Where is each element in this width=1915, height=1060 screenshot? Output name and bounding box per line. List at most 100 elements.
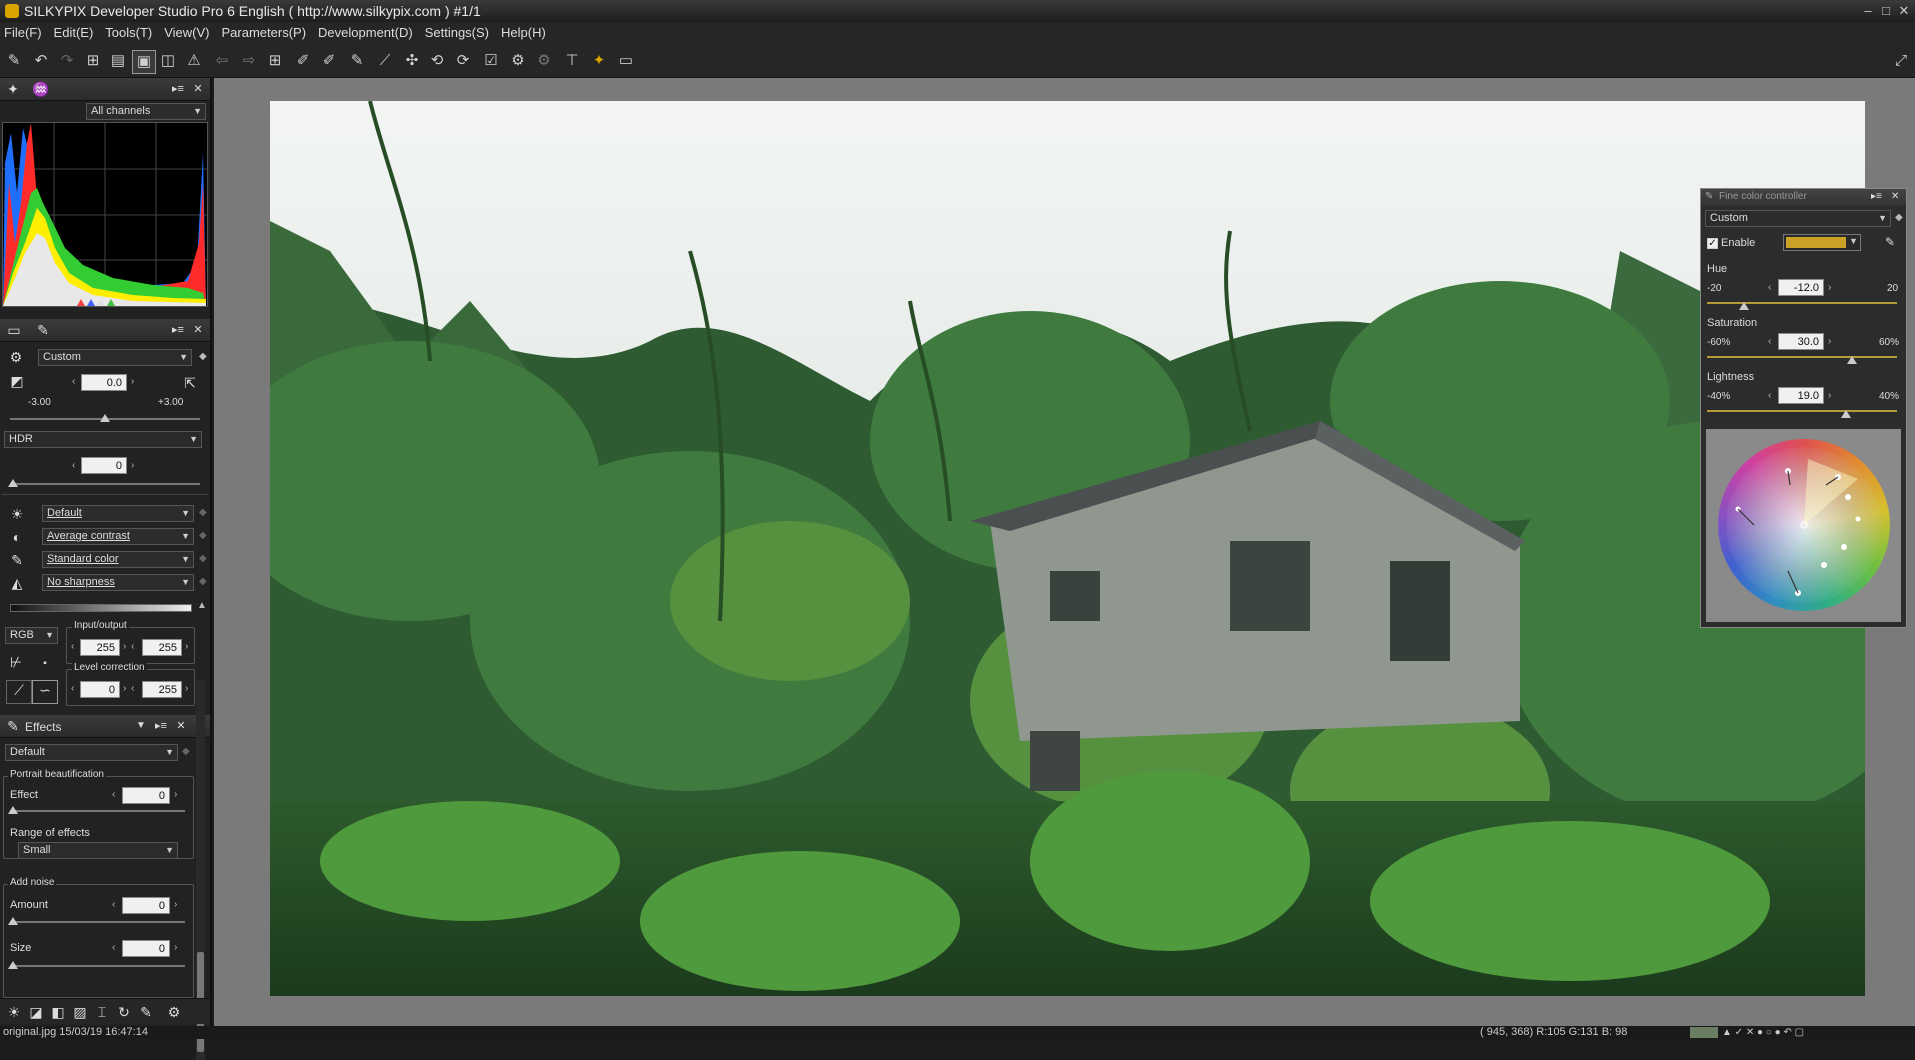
- collapse-icon[interactable]: ▲: [197, 600, 207, 611]
- warning-icon[interactable]: ⚠: [183, 50, 205, 72]
- saturation-slider[interactable]: [1707, 356, 1897, 358]
- decrease-arrow-icon[interactable]: ‹: [1768, 282, 1771, 293]
- hue-slider-knob[interactable]: [1739, 302, 1749, 310]
- spline-curve-icon[interactable]: ∽: [32, 680, 58, 704]
- effect-slider[interactable]: [10, 810, 185, 812]
- eyedropper-icon[interactable]: ✎: [346, 50, 368, 72]
- comment-tab-icon[interactable]: ▭: [5, 321, 23, 339]
- decrease-arrow-icon[interactable]: ‹: [112, 942, 115, 953]
- hdr-slider[interactable]: [10, 483, 200, 485]
- effect-value-field[interactable]: 0: [122, 787, 170, 804]
- status-icons[interactable]: ▲ ✓ ✕ ● ○ ● ↶ ▢: [1722, 1026, 1804, 1039]
- fullscreen-icon[interactable]: ⤢: [1890, 50, 1912, 72]
- color-select[interactable]: Standard color ▼: [42, 551, 194, 568]
- decrease-arrow-icon[interactable]: ‹: [131, 641, 134, 652]
- enable-checkbox[interactable]: ✓: [1707, 238, 1718, 249]
- next-icon[interactable]: ⇨: [238, 50, 260, 72]
- increase-arrow-icon[interactable]: ›: [185, 641, 188, 652]
- spot-removal-icon[interactable]: ✣: [401, 50, 423, 72]
- rotate-icon[interactable]: ↻: [115, 1003, 133, 1021]
- waveform-tab-icon[interactable]: ♒: [32, 80, 50, 98]
- size-slider-knob[interactable]: [8, 961, 18, 969]
- reset-icon[interactable]: ◆: [199, 530, 207, 541]
- hdr-slider-knob[interactable]: [8, 479, 18, 487]
- rotate-left-icon[interactable]: ⟲: [426, 50, 448, 72]
- fcc-close-icon[interactable]: ✕: [1891, 191, 1899, 202]
- gray-picker-icon[interactable]: ✐: [318, 50, 340, 72]
- fcc-preset-select[interactable]: Custom ▼: [1705, 210, 1891, 227]
- level-high-field[interactable]: 255: [142, 681, 182, 698]
- increase-arrow-icon[interactable]: ›: [1828, 390, 1831, 401]
- panel-close-icon[interactable]: ✕: [189, 321, 207, 339]
- effects-brush-icon[interactable]: ✎: [137, 1003, 155, 1021]
- auto-exposure-icon[interactable]: ⇱: [181, 374, 199, 392]
- increase-arrow-icon[interactable]: ›: [174, 789, 177, 800]
- reset-icon[interactable]: ◆: [199, 576, 207, 587]
- menu-file[interactable]: File(F): [0, 22, 46, 44]
- color-wheel-area[interactable]: [1706, 429, 1901, 622]
- panel-menu-icon[interactable]: ▸≡: [152, 717, 170, 735]
- compare-view-icon[interactable]: ◫: [157, 50, 179, 72]
- size-value-field[interactable]: 0: [122, 940, 170, 957]
- gear-icon[interactable]: ⚙: [165, 1003, 183, 1021]
- develop-icon[interactable]: ⚙: [507, 50, 529, 72]
- panel-close-icon[interactable]: ✕: [172, 717, 190, 735]
- white-balance-picker-icon[interactable]: ✐: [292, 50, 314, 72]
- batch-develop-icon[interactable]: ⚙: [533, 50, 555, 72]
- single-view-icon[interactable]: ▣: [132, 50, 156, 74]
- increase-arrow-icon[interactable]: ›: [131, 460, 134, 471]
- menu-parameters[interactable]: Parameters(P): [218, 22, 311, 44]
- amount-slider[interactable]: [10, 921, 185, 923]
- effects-dropdown-icon[interactable]: ▼: [132, 717, 150, 735]
- effect-slider-knob[interactable]: [8, 806, 18, 814]
- thumbnail-view-icon[interactable]: ⊞: [82, 50, 104, 72]
- curve-icon[interactable]: ◪: [27, 1003, 45, 1021]
- grid-icon[interactable]: ⊞: [264, 50, 286, 72]
- filmstrip-view-icon[interactable]: ▤: [107, 50, 129, 72]
- increase-arrow-icon[interactable]: ›: [1828, 336, 1831, 347]
- color-wheel[interactable]: [1718, 439, 1890, 611]
- tone-channel-select[interactable]: RGB ▼: [5, 627, 58, 644]
- sparkle-icon[interactable]: ✦: [588, 50, 610, 72]
- decrease-arrow-icon[interactable]: ‹: [71, 683, 74, 694]
- sun-icon[interactable]: ☀: [5, 1003, 23, 1021]
- close-button[interactable]: ✕: [1893, 0, 1915, 22]
- linear-curve-icon[interactable]: ⟋: [6, 680, 32, 704]
- add-preset-icon[interactable]: ◆: [182, 746, 190, 757]
- decrease-arrow-icon[interactable]: ‹: [71, 641, 74, 652]
- reset-icon[interactable]: ◆: [199, 553, 207, 564]
- output-value-field[interactable]: 255: [142, 639, 182, 656]
- add-preset-icon[interactable]: ◆: [199, 351, 207, 362]
- hdr-value-field[interactable]: 0: [81, 457, 127, 474]
- lightness-value-field[interactable]: 19.0: [1778, 387, 1824, 404]
- mark-icon[interactable]: ☑: [480, 50, 502, 72]
- input-value-field[interactable]: 255: [80, 639, 120, 656]
- increase-arrow-icon[interactable]: ›: [185, 683, 188, 694]
- brush-icon[interactable]: ⟋: [374, 50, 396, 72]
- target-color-select[interactable]: ▼: [1783, 234, 1861, 251]
- menu-settings[interactable]: Settings(S): [421, 22, 493, 44]
- taste-preset-select[interactable]: Custom ▼: [38, 349, 192, 366]
- panel-menu-icon[interactable]: ▸≡: [169, 80, 187, 98]
- increase-arrow-icon[interactable]: ›: [123, 683, 126, 694]
- crop-icon[interactable]: ⊤: [561, 50, 583, 72]
- noise-icon[interactable]: ▨: [71, 1003, 89, 1021]
- panel-menu-icon[interactable]: ▸≡: [1871, 191, 1882, 202]
- decrease-arrow-icon[interactable]: ‹: [131, 683, 134, 694]
- color-picker-icon[interactable]: ✎: [1885, 235, 1895, 249]
- increase-arrow-icon[interactable]: ›: [131, 376, 134, 387]
- panel-menu-icon[interactable]: ▸≡: [169, 321, 187, 339]
- exposure-value-field[interactable]: 0.0: [81, 374, 127, 391]
- saturation-value-field[interactable]: 30.0: [1778, 333, 1824, 350]
- menu-tools[interactable]: Tools(T): [101, 22, 156, 44]
- lightness-slider-knob[interactable]: [1841, 410, 1851, 418]
- lens-icon[interactable]: ⌶: [93, 1003, 111, 1021]
- tone-picker-icon[interactable]: ⊬: [7, 653, 25, 671]
- reset-icon[interactable]: ◆: [199, 507, 207, 518]
- settings-tab-icon[interactable]: ✎: [34, 321, 52, 339]
- menu-view[interactable]: View(V): [160, 22, 213, 44]
- menu-edit[interactable]: Edit(E): [50, 22, 98, 44]
- increase-arrow-icon[interactable]: ›: [174, 899, 177, 910]
- monitor-icon[interactable]: ▭: [615, 50, 637, 72]
- amount-slider-knob[interactable]: [8, 917, 18, 925]
